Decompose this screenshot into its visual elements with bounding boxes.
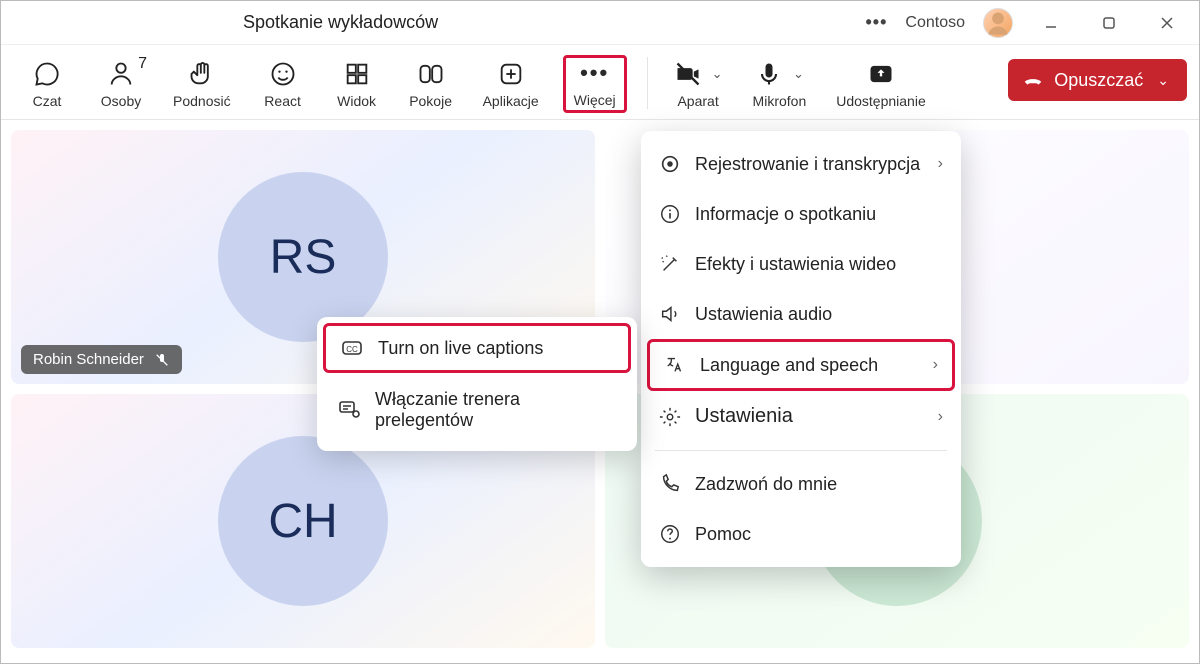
menu-item-label: Informacje o spotkaniu: [695, 204, 876, 225]
muted-icon: [154, 352, 170, 368]
chevron-right-icon: ›: [933, 356, 938, 374]
language-speech-item[interactable]: Language and speech ›: [647, 339, 955, 391]
share-button[interactable]: Udostępnianie: [830, 55, 932, 113]
mic-label: Mikrofon: [753, 93, 807, 109]
minimize-button[interactable]: [1031, 3, 1071, 43]
people-label: Osoby: [101, 93, 141, 109]
person-icon: [984, 9, 1012, 37]
more-label: Więcej: [574, 92, 616, 108]
chat-button[interactable]: Czat: [19, 55, 75, 113]
turn-on-captions-item[interactable]: CC Turn on live captions: [323, 323, 631, 373]
menu-item-label: Zadzwoń do mnie: [695, 474, 837, 495]
chat-icon: [33, 60, 61, 88]
ellipsis-icon: •••: [580, 60, 609, 86]
chevron-right-icon: ›: [938, 408, 943, 426]
people-count: 7: [138, 55, 147, 73]
chat-label: Czat: [33, 93, 62, 109]
camera-off-icon: [674, 60, 702, 88]
gear-icon: [659, 406, 681, 428]
menu-item-label: Ustawienia: [695, 405, 793, 428]
raise-hand-icon: [188, 60, 216, 88]
meeting-title: Spotkanie wykładowców: [243, 12, 438, 33]
call-me-item[interactable]: Zadzwoń do mnie: [641, 459, 961, 509]
menu-item-label: Language and speech: [700, 355, 878, 376]
info-icon: [659, 203, 681, 225]
help-item[interactable]: Pomoc: [641, 509, 961, 559]
menu-item-label: Rejestrowanie i transkrypcja: [695, 154, 920, 175]
magic-wand-icon: [659, 253, 681, 275]
record-icon: [659, 153, 681, 175]
participant-name-bar: Robin Schneider: [21, 345, 182, 374]
user-avatar[interactable]: [983, 8, 1013, 38]
maximize-icon: [1101, 15, 1117, 31]
view-label: Widok: [337, 93, 376, 109]
titlebar-more-icon[interactable]: •••: [866, 12, 888, 33]
record-transcript-item[interactable]: Rejestrowanie i transkrypcja ›: [641, 139, 961, 189]
speaker-coach-item[interactable]: Włączanie trenera prelegentów: [317, 377, 637, 443]
tenant-name: Contoso: [905, 14, 965, 32]
grid-icon: [343, 60, 371, 88]
chevron-down-icon[interactable]: ⌄: [712, 66, 723, 82]
menu-item-label: Ustawienia audio: [695, 304, 832, 325]
camera-button[interactable]: ⌄ Aparat: [668, 55, 729, 113]
speaker-icon: [659, 303, 681, 325]
rooms-icon: [417, 60, 445, 88]
microphone-icon: [755, 60, 783, 88]
participant-name: Robin Schneider: [33, 351, 144, 368]
menu-separator: [655, 450, 947, 451]
meeting-info-item[interactable]: Informacje o spotkaniu: [641, 189, 961, 239]
participant-initials: CH: [268, 494, 337, 549]
share-label: Udostępnianie: [836, 93, 926, 109]
mic-button[interactable]: ⌄ Mikrofon: [747, 55, 813, 113]
close-icon: [1159, 15, 1175, 31]
language-submenu: CC Turn on live captions Włączanie trene…: [317, 317, 637, 451]
hangup-icon: [1022, 69, 1044, 91]
svg-text:CC: CC: [346, 345, 358, 354]
participant-initials: RS: [270, 230, 337, 285]
menu-item-label: Włączanie trenera prelegentów: [375, 389, 617, 431]
participant-avatar: CH: [218, 436, 388, 606]
settings-item[interactable]: Ustawienia ›: [641, 391, 961, 442]
help-icon: [659, 523, 681, 545]
audio-settings-item[interactable]: Ustawienia audio: [641, 289, 961, 339]
raise-label: Podnosić: [173, 93, 231, 109]
apps-icon: [497, 60, 525, 88]
chevron-right-icon: ›: [938, 155, 943, 173]
people-button[interactable]: 7 Osoby: [93, 55, 149, 113]
view-button[interactable]: Widok: [329, 55, 385, 113]
close-button[interactable]: [1147, 3, 1187, 43]
menu-item-label: Efekty i ustawienia wideo: [695, 254, 896, 275]
chevron-down-icon[interactable]: ⌄: [793, 66, 804, 82]
more-menu: Rejestrowanie i transkrypcja › Informacj…: [641, 131, 961, 567]
maximize-button[interactable]: [1089, 3, 1129, 43]
react-label: React: [264, 93, 301, 109]
minimize-icon: [1043, 15, 1059, 31]
chevron-down-icon[interactable]: ⌄: [1157, 72, 1169, 89]
more-button[interactable]: ••• Więcej: [563, 55, 627, 113]
react-button[interactable]: React: [255, 55, 311, 113]
apps-label: Aplikacje: [483, 93, 539, 109]
rooms-label: Pokoje: [409, 93, 452, 109]
camera-label: Aparat: [677, 93, 718, 109]
rooms-button[interactable]: Pokoje: [403, 55, 459, 113]
share-screen-icon: [867, 60, 895, 88]
smile-icon: [269, 60, 297, 88]
video-effects-item[interactable]: Efekty i ustawienia wideo: [641, 239, 961, 289]
menu-item-label: Turn on live captions: [378, 338, 543, 359]
titlebar: Spotkanie wykładowców ••• Contoso: [1, 1, 1199, 45]
apps-button[interactable]: Aplikacje: [477, 55, 545, 113]
translate-icon: [664, 354, 686, 376]
menu-item-label: Pomoc: [695, 524, 751, 545]
presenter-icon: [337, 398, 361, 422]
leave-button[interactable]: Opuszczać ⌄: [1008, 59, 1187, 101]
leave-label: Opuszczać: [1054, 70, 1143, 91]
toolbar-divider: [647, 57, 648, 109]
phone-icon: [659, 473, 681, 495]
raise-hand-button[interactable]: Podnosić: [167, 55, 237, 113]
people-icon: [107, 60, 135, 88]
meeting-window: Spotkanie wykładowców ••• Contoso Czat 7…: [0, 0, 1200, 664]
cc-icon: CC: [340, 336, 364, 360]
